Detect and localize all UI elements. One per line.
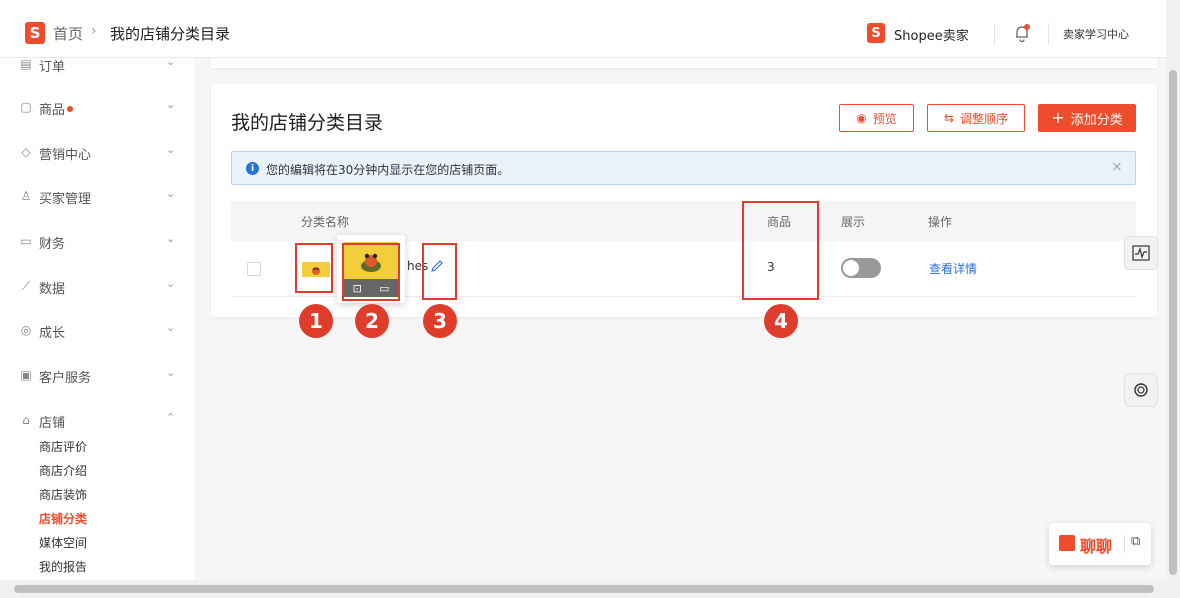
annotation-box-3	[422, 243, 457, 300]
chevron-down-icon: ⌄	[166, 232, 176, 245]
top-header: S 首页 › 我的店铺分类目录 S Shopee卖家 卖家学习中心	[0, 10, 1166, 58]
sidebar: ▤ 订单 ⌄ ▢ 商品 ⌄ ◇ 营销中心 ⌄ ♙ 买家管理 ⌄ ▭ 财务 ⌄ ⟋…	[0, 58, 194, 580]
medal-icon: ◎	[20, 323, 32, 337]
alert-text: 您的编辑将在30分钟内显示在您的店铺页面。	[266, 163, 510, 177]
toggle-knob	[843, 260, 859, 276]
tag-icon: ◇	[21, 145, 31, 159]
notification-dot	[67, 106, 74, 112]
sidebar-subitem-shop-reviews[interactable]: 商店评价	[39, 438, 87, 455]
annotation-box-4	[742, 201, 819, 300]
column-header-name: 分类名称	[301, 215, 350, 229]
activity-monitor-icon[interactable]	[1124, 236, 1158, 270]
chevron-down-icon: ⌄	[166, 143, 176, 156]
sidebar-item-buyers[interactable]: ♙ 买家管理 ⌄	[0, 184, 194, 210]
info-icon: i	[246, 162, 259, 175]
horizontal-scrollbar[interactable]	[0, 580, 1166, 598]
chat-divider	[1124, 535, 1125, 553]
shopee-logo-icon[interactable]: S	[25, 22, 45, 44]
sidebar-item-shop[interactable]: ⌂ 店铺 ⌃	[0, 408, 194, 434]
column-header-display: 展示	[841, 215, 866, 229]
preview-button-label: 预览	[872, 111, 897, 126]
chat-label: 聊聊	[1080, 537, 1113, 556]
shop-icon: ⌂	[22, 413, 30, 427]
sidebar-item-label: 营销中心	[39, 148, 92, 163]
reorder-button[interactable]: ⇆ 调整顺序	[927, 104, 1025, 132]
minimize-icon[interactable]: ⧉	[1131, 534, 1140, 549]
learning-center-link[interactable]: 卖家学习中心	[1063, 26, 1129, 42]
seller-brand[interactable]: Shopee卖家	[894, 25, 969, 44]
header-divider	[1048, 23, 1049, 45]
annotation-number-2: 2	[355, 304, 389, 338]
sidebar-subitem-my-reports[interactable]: 我的报告	[39, 558, 87, 575]
row-checkbox[interactable]	[247, 262, 261, 276]
sidebar-subitem-shop-categories[interactable]: 店铺分类	[39, 510, 87, 527]
display-toggle[interactable]	[841, 258, 881, 278]
sidebar-item-label: 买家管理	[39, 192, 92, 207]
product-icon: ▢	[20, 100, 32, 114]
sidebar-item-label: 店铺	[39, 416, 66, 431]
vertical-scrollbar[interactable]	[1166, 0, 1180, 598]
sidebar-item-label: 成长	[39, 326, 66, 341]
annotation-number-1: 1	[299, 304, 333, 338]
shopee-seller-logo-icon[interactable]: S	[867, 23, 885, 43]
main-content: 我的店铺分类目录 ◉ 预览 ⇆ 调整顺序 + 添加分类 i 您的编辑将在30分钟…	[194, 58, 1166, 580]
support-headset-icon[interactable]	[1124, 373, 1158, 407]
order-icon: ▤	[20, 58, 32, 71]
annotation-box-1	[295, 243, 333, 293]
annotation-number-4: 4	[764, 304, 798, 338]
header-divider	[994, 23, 995, 45]
wallet-icon: ▭	[20, 234, 32, 248]
previous-card	[211, 58, 1157, 68]
column-header-actions: 操作	[928, 215, 953, 229]
reorder-button-label: 调整顺序	[960, 111, 1009, 126]
sidebar-item-growth[interactable]: ◎ 成长 ⌄	[0, 318, 194, 344]
annotation-box-2	[342, 243, 400, 301]
sidebar-item-finance[interactable]: ▭ 财务 ⌄	[0, 229, 194, 255]
bell-icon[interactable]	[1013, 23, 1031, 43]
chevron-up-icon: ⌃	[166, 411, 176, 424]
sidebar-item-customer-service[interactable]: ▣ 客户服务 ⌄	[0, 363, 194, 389]
annotation-number-3: 3	[423, 304, 457, 338]
sidebar-item-products[interactable]: ▢ 商品 ⌄	[0, 95, 194, 121]
chevron-down-icon: ⌄	[166, 58, 176, 68]
sidebar-item-data[interactable]: ⟋ 数据 ⌄	[0, 274, 194, 300]
add-category-button[interactable]: + 添加分类	[1038, 104, 1136, 132]
breadcrumb-home[interactable]: 首页	[53, 23, 83, 44]
sidebar-item-marketing[interactable]: ◇ 营销中心 ⌄	[0, 140, 194, 166]
card-title: 我的店铺分类目录	[231, 112, 384, 134]
view-details-link[interactable]: 查看详情	[929, 260, 977, 277]
chart-icon: ⟋	[21, 279, 31, 293]
sidebar-item-label: 财务	[39, 237, 66, 252]
add-category-button-label: 添加分类	[1070, 112, 1123, 128]
page-title-breadcrumb: 我的店铺分类目录	[110, 25, 231, 43]
sidebar-item-label-wrap: 商品	[39, 99, 74, 118]
sidebar-subitem-media-space[interactable]: 媒体空间	[39, 534, 87, 551]
sidebar-subitem-shop-decoration[interactable]: 商店装饰	[39, 486, 87, 503]
chevron-down-icon: ⌄	[166, 321, 176, 334]
sidebar-item-orders[interactable]: ▤ 订单 ⌄	[0, 58, 194, 78]
sidebar-item-label: 订单	[39, 60, 66, 75]
plus-icon: +	[1051, 108, 1065, 127]
close-icon[interactable]: ×	[1111, 159, 1123, 175]
chat-widget[interactable]: 聊聊 ⧉	[1049, 523, 1151, 565]
eye-icon: ◉	[856, 111, 867, 125]
chevron-down-icon: ⌄	[166, 277, 176, 290]
sidebar-item-label: 商品	[39, 103, 66, 118]
sidebar-item-label: 数据	[39, 282, 66, 297]
chevron-down-icon: ⌄	[166, 187, 176, 200]
info-alert: i 您的编辑将在30分钟内显示在您的店铺页面。 ×	[231, 151, 1136, 185]
breadcrumb-separator: ›	[91, 23, 97, 39]
preview-button[interactable]: ◉ 预览	[839, 104, 914, 132]
chevron-down-icon: ⌄	[166, 366, 176, 379]
user-icon: ♙	[20, 189, 32, 203]
swap-icon: ⇆	[943, 111, 955, 125]
chat-bubble-icon	[1059, 535, 1075, 551]
chevron-down-icon: ⌄	[166, 98, 176, 111]
scrollbar-thumb[interactable]	[1169, 70, 1177, 575]
chat-icon: ▣	[20, 368, 32, 382]
sidebar-subitem-shop-intro[interactable]: 商店介绍	[39, 462, 87, 479]
scrollbar-thumb[interactable]	[14, 585, 1154, 593]
sidebar-item-label: 客户服务	[39, 371, 92, 386]
